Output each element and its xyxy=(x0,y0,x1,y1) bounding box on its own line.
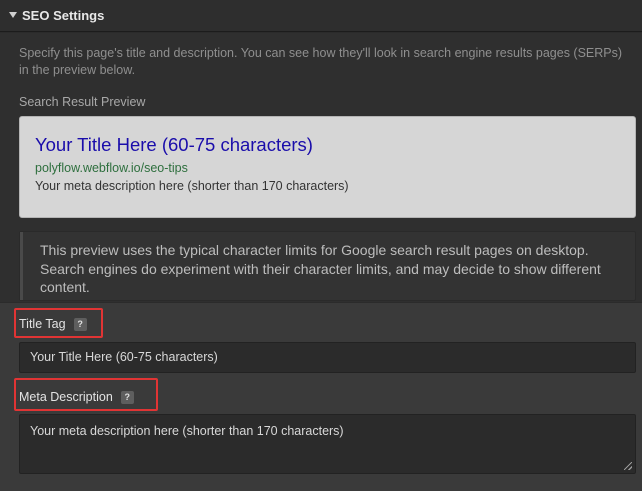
title-tag-label: Title Tag ? xyxy=(19,317,87,331)
meta-description-label-text: Meta Description xyxy=(19,390,113,404)
preview-note: This preview uses the typical character … xyxy=(19,231,636,301)
caret-down-icon[interactable] xyxy=(9,12,17,18)
note-text: This preview uses the typical character … xyxy=(40,242,601,295)
help-icon[interactable]: ? xyxy=(73,317,87,331)
preview-title: Your Title Here (60-75 characters) xyxy=(35,134,313,155)
title-tag-label-text: Title Tag xyxy=(19,317,66,331)
preview-url: polyflow.webflow.io/seo-tips xyxy=(35,161,188,175)
panel-title: SEO Settings xyxy=(22,8,105,23)
intro-text: Specify this page's title and descriptio… xyxy=(19,46,623,77)
help-icon[interactable]: ? xyxy=(120,390,134,404)
title-tag-input[interactable]: Your Title Here (60-75 characters) xyxy=(19,342,636,373)
note-accent-bar xyxy=(20,232,23,300)
search-result-preview: Your Title Here (60-75 characters) polyf… xyxy=(19,116,636,218)
search-result-preview-label: Search Result Preview xyxy=(19,95,146,109)
resize-handle-icon[interactable] xyxy=(624,462,632,470)
meta-description-label: Meta Description ? xyxy=(19,390,134,404)
meta-description-value: Your meta description here (shorter than… xyxy=(30,424,344,438)
preview-description: Your meta description here (shorter than… xyxy=(35,179,349,193)
seo-settings-header[interactable]: SEO Settings xyxy=(0,0,642,32)
meta-description-textarea[interactable]: Your meta description here (shorter than… xyxy=(19,414,636,474)
